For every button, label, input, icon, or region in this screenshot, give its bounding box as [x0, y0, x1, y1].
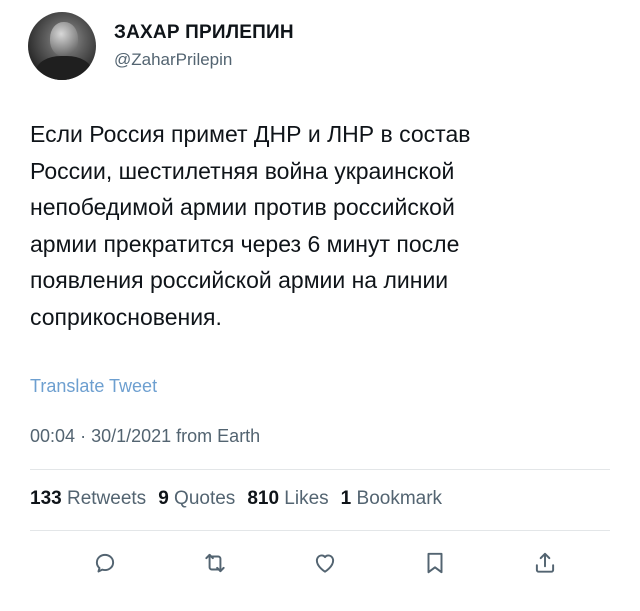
- tweet-text: Если Россия примет ДНР и ЛНР в состав Ро…: [30, 121, 471, 330]
- quotes-stat[interactable]: 9 Quotes: [158, 488, 235, 510]
- action-bar: [30, 548, 610, 578]
- bookmark-button[interactable]: [420, 548, 450, 578]
- likes-stat[interactable]: 810 Likes: [247, 488, 328, 510]
- meta-separator: ·: [80, 426, 87, 446]
- translate-link[interactable]: Translate Tweet: [30, 376, 157, 397]
- share-button[interactable]: [530, 548, 560, 578]
- bookmarks-count: 1: [340, 488, 352, 509]
- quotes-count: 9: [158, 488, 169, 509]
- bookmarks-stat[interactable]: 1 Bookmark: [341, 488, 442, 510]
- bookmark-icon: [427, 552, 443, 574]
- engagement-stats: 133 Retweets 9 Quotes 810 Likes 1 Bookma…: [30, 488, 454, 510]
- avatar-shoulders: [36, 56, 92, 80]
- tweet-header: ЗАХАР ПРИЛЕПИН @ZaharPrilepin: [28, 12, 294, 80]
- author-display-name[interactable]: ЗАХАР ПРИЛЕПИН: [114, 21, 294, 45]
- quotes-label: Quotes: [174, 488, 236, 509]
- reply-icon: [95, 553, 115, 573]
- tweet-time[interactable]: 00:04: [30, 426, 75, 446]
- divider-top: [30, 469, 610, 470]
- like-button[interactable]: [310, 548, 340, 578]
- retweets-label: Retweets: [66, 488, 147, 509]
- author-names: ЗАХАР ПРИЛЕПИН @ZaharPrilepin: [114, 21, 294, 72]
- likes-label: Likes: [284, 488, 329, 509]
- author-handle[interactable]: @ZaharPrilepin: [114, 48, 294, 72]
- divider-bottom: [30, 530, 610, 531]
- tweet-card: ЗАХАР ПРИЛЕПИН @ZaharPrilepin Если Росси…: [0, 0, 640, 611]
- like-icon: [315, 554, 335, 573]
- retweet-icon: [205, 553, 225, 573]
- tweet-source: from Earth: [176, 426, 261, 446]
- tweet-timestamp: 00:04 · 30/1/2021 from Earth: [30, 426, 260, 447]
- avatar[interactable]: [28, 12, 96, 80]
- reply-button[interactable]: [90, 548, 120, 578]
- tweet-date[interactable]: 30/1/2021: [91, 426, 171, 446]
- share-icon: [535, 552, 555, 573]
- retweets-stat[interactable]: 133 Retweets: [30, 488, 146, 510]
- likes-count: 810: [247, 488, 280, 509]
- retweet-button[interactable]: [200, 548, 230, 578]
- bookmarks-label: Bookmark: [356, 488, 443, 509]
- retweets-count: 133: [30, 488, 62, 509]
- avatar-head: [50, 22, 78, 56]
